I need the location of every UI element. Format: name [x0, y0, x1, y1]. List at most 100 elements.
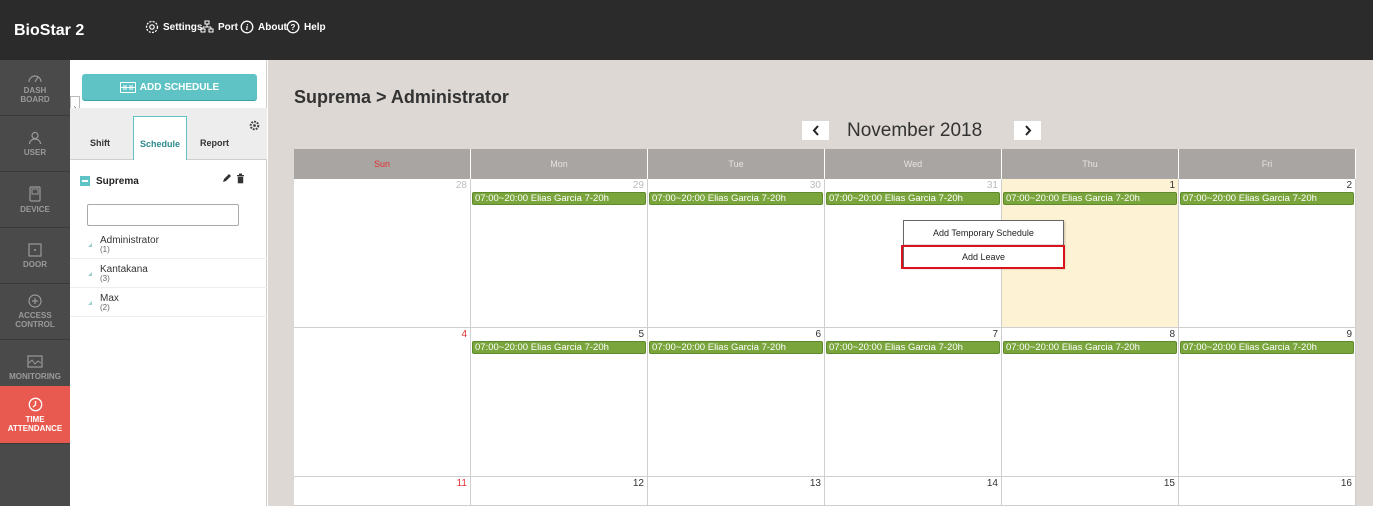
- schedule-event[interactable]: 07:00~20:00 Elias Garcia 7-20h: [826, 341, 1000, 354]
- day-number: 29: [632, 180, 644, 191]
- info-icon: i: [240, 20, 254, 34]
- tree-item-administrator[interactable]: Administrator (1): [70, 230, 267, 259]
- port-link[interactable]: Port: [200, 20, 238, 34]
- group-search-input[interactable]: [87, 204, 239, 226]
- calendar-day-cell[interactable]: 13: [648, 477, 825, 506]
- expand-icon: [88, 272, 92, 276]
- rail-label-2: ATTENDANCE: [7, 423, 63, 433]
- collapse-group-icon[interactable]: [80, 176, 90, 186]
- help-link[interactable]: ? Help: [286, 20, 326, 34]
- schedule-event[interactable]: 07:00~20:00 Elias Garcia 7-20h: [1003, 341, 1177, 354]
- day-number: 16: [1340, 478, 1352, 489]
- calendar-day-cell[interactable]: 8 07:00~20:00 Elias Garcia 7-20h: [1002, 328, 1179, 477]
- next-month-button[interactable]: [1014, 121, 1041, 140]
- rail-item-dashboard[interactable]: DASH BOARD: [0, 60, 70, 116]
- left-rail: DASH BOARD USER DEVICE DOOR ACCESS CONTR…: [0, 60, 70, 506]
- panel-settings-icon[interactable]: [249, 120, 260, 131]
- rail-label: TIME: [25, 414, 45, 424]
- schedule-event[interactable]: 07:00~20:00 Elias Garcia 7-20h: [472, 192, 646, 205]
- expand-icon: [88, 301, 92, 305]
- port-label: Port: [218, 21, 238, 33]
- top-bar: BioStar 2 Settings Port i About ? Help: [0, 0, 1373, 60]
- calendar-day-cell[interactable]: 28: [294, 179, 471, 328]
- schedule-event[interactable]: 07:00~20:00 Elias Garcia 7-20h: [1003, 192, 1177, 205]
- rail-label: DOOR: [23, 259, 47, 269]
- calendar-grid: Sun Mon Tue Wed Thu Fri 28 29 07:00~20:00 …: [294, 149, 1356, 506]
- tab-report[interactable]: Report: [200, 138, 229, 148]
- calendar-day-cell[interactable]: 30 07:00~20:00 Elias Garcia 7-20h: [648, 179, 825, 328]
- svg-text:i: i: [246, 23, 249, 32]
- tree-item-count: (3): [100, 274, 110, 283]
- day-number: 9: [1346, 329, 1352, 340]
- rail-label: ACCESS: [18, 311, 52, 320]
- rail-item-access-control[interactable]: ACCESS CONTROL: [0, 284, 70, 340]
- day-number: 11: [456, 478, 467, 489]
- settings-label: Settings: [163, 21, 203, 33]
- edit-icon[interactable]: [221, 173, 232, 184]
- add-temporary-schedule-item[interactable]: Add Temporary Schedule: [904, 221, 1063, 244]
- settings-link[interactable]: Settings: [145, 20, 202, 34]
- prev-month-button[interactable]: [802, 121, 829, 140]
- question-icon: ?: [286, 20, 300, 34]
- monitor-icon: [27, 354, 43, 368]
- trash-icon[interactable]: [236, 173, 245, 184]
- calendar-day-cell[interactable]: 29 07:00~20:00 Elias Garcia 7-20h: [471, 179, 648, 328]
- day-number: 14: [986, 478, 998, 489]
- day-number: 2: [1346, 180, 1352, 191]
- add-schedule-button[interactable]: ADD SCHEDULE: [82, 74, 257, 100]
- tab-shift[interactable]: Shift: [90, 138, 110, 148]
- about-link[interactable]: i About: [240, 20, 287, 34]
- month-label: November 2018: [847, 120, 983, 141]
- day-number: 30: [809, 180, 821, 191]
- calendar-day-cell[interactable]: 11: [294, 477, 471, 506]
- rail-item-time-attendance[interactable]: TIME ATTENDANCE: [0, 386, 70, 444]
- schedule-event[interactable]: 07:00~20:00 Elias Garcia 7-20h: [472, 341, 646, 354]
- schedule-event[interactable]: 07:00~20:00 Elias Garcia 7-20h: [826, 192, 1000, 205]
- schedule-event[interactable]: 07:00~20:00 Elias Garcia 7-20h: [649, 341, 823, 354]
- rail-label: DEVICE: [20, 204, 50, 214]
- about-label: About: [258, 21, 287, 33]
- gear-icon: [145, 20, 159, 34]
- day-number: 5: [638, 329, 644, 340]
- calendar-day-cell[interactable]: 2 07:00~20:00 Elias Garcia 7-20h: [1179, 179, 1356, 328]
- calendar-day-cell[interactable]: 6 07:00~20:00 Elias Garcia 7-20h: [648, 328, 825, 477]
- tab-schedule[interactable]: Schedule: [133, 116, 187, 160]
- tree-item-max[interactable]: Max (2): [70, 288, 267, 317]
- add-schedule-label: ADD SCHEDULE: [139, 81, 220, 93]
- calendar-day-cell[interactable]: 4: [294, 328, 471, 477]
- svg-text:?: ?: [291, 23, 296, 32]
- group-row[interactable]: Suprema: [70, 170, 267, 194]
- calendar-day-cell[interactable]: 9 07:00~20:00 Elias Garcia 7-20h: [1179, 328, 1356, 477]
- rail-label: DASH: [23, 86, 47, 95]
- rail-item-door[interactable]: DOOR: [0, 228, 70, 284]
- day-number: 6: [815, 329, 821, 340]
- schedule-event[interactable]: 07:00~20:00 Elias Garcia 7-20h: [1180, 341, 1354, 354]
- weekday-wed: Wed: [825, 149, 1002, 179]
- panel-tabs: Shift Schedule Report: [70, 108, 267, 160]
- day-number: 31: [986, 180, 998, 191]
- weekday-tue: Tue: [648, 149, 825, 179]
- calendar-day-cell[interactable]: 7 07:00~20:00 Elias Garcia 7-20h: [825, 328, 1002, 477]
- calendar-day-cell[interactable]: 12: [471, 477, 648, 506]
- day-number: 1: [1169, 180, 1175, 191]
- schedule-event[interactable]: 07:00~20:00 Elias Garcia 7-20h: [649, 192, 823, 205]
- day-number: 15: [1163, 478, 1175, 489]
- schedule-event[interactable]: 07:00~20:00 Elias Garcia 7-20h: [1180, 192, 1354, 205]
- day-number: 7: [992, 329, 998, 340]
- app-brand[interactable]: BioStar 2: [14, 22, 84, 40]
- rail-label: USER: [23, 147, 47, 157]
- calendar-day-cell[interactable]: 15: [1002, 477, 1179, 506]
- calendar-day-cell[interactable]: 5 07:00~20:00 Elias Garcia 7-20h: [471, 328, 648, 477]
- tree-item-count: (1): [100, 245, 110, 254]
- calendar-day-cell[interactable]: 16: [1179, 477, 1356, 506]
- tree-item-kantakana[interactable]: Kantakana (3): [70, 259, 267, 288]
- rail-item-device[interactable]: DEVICE: [0, 172, 70, 228]
- rail-label-2: BOARD: [20, 95, 50, 104]
- device-icon: [29, 185, 41, 202]
- door-icon: [28, 242, 42, 257]
- rail-item-user[interactable]: USER: [0, 116, 70, 172]
- group-name: Suprema: [96, 176, 139, 187]
- day-number: 8: [1169, 329, 1175, 340]
- calendar-day-cell[interactable]: 14: [825, 477, 1002, 506]
- plus-circle-icon: [28, 294, 42, 308]
